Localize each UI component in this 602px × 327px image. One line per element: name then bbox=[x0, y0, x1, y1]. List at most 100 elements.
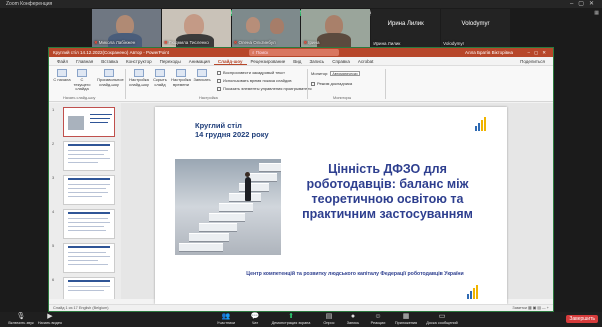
checkbox-timings[interactable]: Использовать время показа слайдов bbox=[217, 78, 292, 83]
thumb-title bbox=[68, 178, 110, 180]
slide-thumbnail[interactable] bbox=[63, 107, 115, 137]
checkbox-media-controls[interactable]: Показать элементы управления проигрывате… bbox=[217, 86, 312, 91]
video-icon: ▶ bbox=[47, 313, 53, 320]
thumb-text bbox=[68, 154, 104, 155]
custom-show-button[interactable]: Произвольное слайд-шоу bbox=[97, 69, 124, 87]
thumb-text bbox=[68, 230, 106, 231]
mic-muted-icon: ✖ bbox=[163, 40, 168, 45]
participant-tile[interactable]: Volodymyr Volodymyr bbox=[441, 9, 510, 47]
tab-record[interactable]: Запись bbox=[305, 57, 328, 65]
thumb-text bbox=[68, 290, 104, 291]
tab-animations[interactable]: Анимация bbox=[185, 57, 214, 65]
logo-bar bbox=[484, 117, 486, 131]
slide-thumbnail[interactable] bbox=[63, 243, 115, 273]
end-meeting-button[interactable]: Завершить bbox=[566, 315, 598, 323]
participant-tile[interactable]: Ирина Лилик Ирина Лилик bbox=[371, 9, 441, 47]
share-button[interactable]: Поделиться bbox=[516, 57, 549, 66]
group-monitors: Мониторы bbox=[333, 96, 352, 100]
tab-design[interactable]: Конструктор bbox=[122, 57, 156, 65]
hide-slide-button[interactable]: Скрыть слайд bbox=[151, 69, 169, 87]
reactions-icon: ☺ bbox=[374, 313, 382, 320]
thumb-text bbox=[68, 192, 108, 193]
monitor-dropdown[interactable]: Автоматически bbox=[330, 71, 361, 77]
stair-step bbox=[219, 203, 253, 211]
zoom-window: Zoom Конференция Вы демонструете экран И… bbox=[0, 0, 602, 327]
setup-slideshow-button[interactable]: Настройка слайд-шоу bbox=[129, 69, 149, 87]
whiteboard-icon: ▭ bbox=[438, 313, 446, 320]
ppt-status-bar: Слайд 1 из 17 English (Belgium) Заметки … bbox=[49, 304, 553, 311]
apps-button[interactable]: ▦ Приложения bbox=[392, 313, 420, 325]
group-setup: Настройка bbox=[199, 96, 218, 100]
ribbon-separator bbox=[307, 69, 308, 99]
thumb-text bbox=[68, 252, 106, 253]
participants-icon: 👥 bbox=[221, 313, 231, 320]
poll-button[interactable]: ▤ Опрос bbox=[318, 313, 340, 325]
participant-tile[interactable]: ✖Олена Ольтинбул bbox=[231, 9, 301, 47]
from-current-button[interactable]: С текущего слайда bbox=[73, 69, 91, 92]
record-button[interactable]: Записать bbox=[193, 69, 211, 83]
share-screen-button[interactable]: ⬆ Демонстрация экрана bbox=[268, 313, 314, 325]
checkbox-icon bbox=[217, 70, 221, 75]
current-slide[interactable]: Круглий стіл 14 грудня 2022 року Цінніст… bbox=[155, 107, 507, 304]
tab-view[interactable]: Вид bbox=[289, 57, 305, 65]
participant-name: ✖Микола Лабінжен bbox=[94, 40, 136, 45]
federation-logo bbox=[473, 117, 493, 131]
participant-tile[interactable]: ✖Микола Лабінжен bbox=[92, 9, 161, 47]
ppt-window-controls[interactable]: –▢✕ bbox=[527, 48, 550, 57]
ppt-search-input[interactable]: ⌕ Поиск bbox=[249, 49, 339, 56]
chat-button[interactable]: 💬 Чат bbox=[244, 313, 266, 325]
participant-tile[interactable]: ✖Людмила Тисленко bbox=[161, 9, 231, 47]
slide-editor: Круглий стіл 14 грудня 2022 року Цінніст… bbox=[121, 103, 553, 304]
ppt-user-name[interactable]: Алла Братів Вікторівна bbox=[465, 48, 513, 57]
mic-muted-icon: ✖ bbox=[303, 40, 308, 45]
slide-thumbnail[interactable] bbox=[63, 141, 115, 171]
play-icon bbox=[57, 69, 67, 77]
stair-step bbox=[199, 223, 237, 231]
ribbon-tabs: Файл Главная Вставка Конструктор Переход… bbox=[49, 57, 553, 66]
window-controls[interactable]: –▢✕ bbox=[570, 0, 599, 8]
whiteboard-button[interactable]: ▭ Доска сообщений bbox=[422, 313, 462, 325]
checkbox-presenter-view[interactable]: Режим докладчика bbox=[311, 81, 352, 86]
gallery-view-icon[interactable]: ▦ bbox=[594, 10, 599, 16]
thumb-image bbox=[68, 116, 84, 130]
tab-insert[interactable]: Вставка bbox=[97, 57, 122, 65]
start-video-button[interactable]: ▶ Начать видео bbox=[34, 313, 66, 325]
participants-button[interactable]: 👥 Участники bbox=[212, 313, 240, 325]
zoom-toolbar: 🎙 Включить звук ▶ Начать видео 👥 Участники … bbox=[0, 312, 602, 327]
hide-slide-icon bbox=[155, 69, 165, 77]
slide-thumbnail[interactable] bbox=[63, 209, 115, 239]
tab-slideshow[interactable]: Слайд-шоу bbox=[213, 57, 247, 65]
record-button-zoom[interactable]: ● Запись bbox=[342, 313, 364, 325]
slide-event-name: Круглий стіл bbox=[195, 121, 242, 130]
tab-review[interactable]: Рецензирование bbox=[247, 57, 290, 65]
reactions-button[interactable]: ☺ Реакции bbox=[366, 313, 390, 325]
thumb-text bbox=[90, 118, 110, 119]
thumb-text bbox=[68, 196, 102, 197]
tab-acrobat[interactable]: Acrobat bbox=[354, 57, 378, 65]
checkbox-icon bbox=[217, 78, 221, 83]
thumbnail-number: 5 bbox=[52, 243, 55, 248]
monitor-select[interactable]: Монитор: Автоматически bbox=[311, 71, 361, 77]
tab-file[interactable]: Файл bbox=[53, 57, 72, 65]
stair-step bbox=[179, 243, 223, 251]
tab-help[interactable]: Справка bbox=[328, 57, 354, 65]
thumb-text bbox=[68, 188, 106, 189]
from-beginning-button[interactable]: С начала bbox=[53, 69, 71, 83]
slide-thumbnail[interactable] bbox=[63, 175, 115, 205]
participant-tile[interactable]: ✖Ірина bbox=[301, 9, 371, 47]
tab-transitions[interactable]: Переходы bbox=[156, 57, 185, 65]
tab-home[interactable]: Главная bbox=[72, 57, 97, 65]
checkbox-icon bbox=[311, 81, 315, 86]
unmute-button[interactable]: 🎙 Включить звук bbox=[6, 313, 36, 325]
thumbnail-number: 6 bbox=[52, 277, 55, 282]
logo-bar bbox=[475, 126, 477, 131]
rehearse-timings-button[interactable]: Настройка времени bbox=[171, 69, 191, 87]
view-controls[interactable]: Заметки ▦ ▣ ▤ — + bbox=[512, 305, 549, 312]
slide-thumbnail[interactable] bbox=[63, 277, 115, 299]
thumb-title bbox=[68, 212, 110, 214]
group-start-slideshow: Начать слайд-шоу bbox=[63, 96, 96, 100]
logo-bar bbox=[478, 123, 480, 131]
logo-bar bbox=[481, 120, 483, 131]
federation-logo-bottom bbox=[465, 285, 489, 299]
checkbox-narration[interactable]: Воспроизвести закадровый текст bbox=[217, 70, 285, 75]
